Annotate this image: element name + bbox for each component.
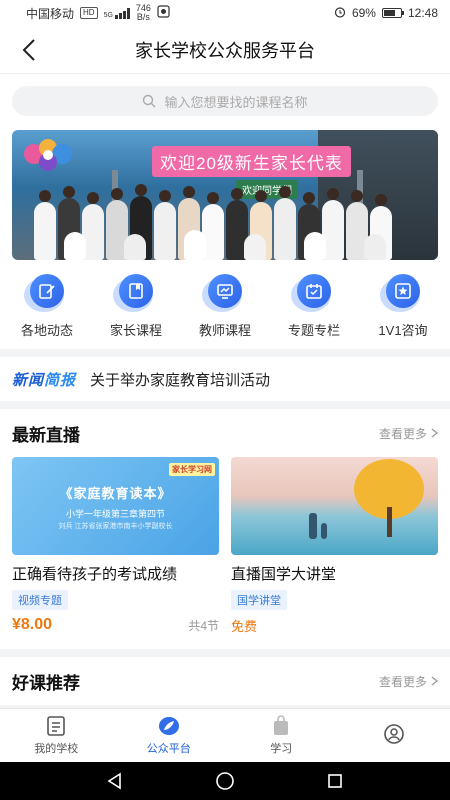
course-thumbnail [231,457,438,555]
section-title: 最新直播 [12,425,80,445]
course-thumbnail: 家长学习网 《家庭教育读本》 小学一年级第三章第四节 刘兵 江苏省张家港市南丰小… [12,457,219,555]
thumbnail-speaker: 刘兵 江苏省张家港市南丰小学副校长 [58,523,173,530]
tab-my-school[interactable]: 我的学校 [0,709,113,762]
chevron-right-icon [431,428,438,438]
see-more-link[interactable]: 查看更多 [379,673,438,690]
home-circle-icon[interactable] [215,771,235,791]
course-tag: 视频专题 [12,590,68,610]
tab-public-platform[interactable]: 公众平台 [113,709,226,762]
quick-link-label: 各地动态 [20,323,73,338]
clock: 12:48 [407,6,438,20]
battery-icon [381,8,404,18]
edit-icon [39,284,55,299]
thumbnail-subtitle: 小学一年级第三章第四节 [65,509,165,519]
see-more-link[interactable]: 查看更多 [379,425,438,442]
leaf-icon [158,717,179,735]
course-card[interactable]: 家长学习网 《家庭教育读本》 小学一年级第三章第四节 刘兵 江苏省张家港市南丰小… [12,457,219,635]
quick-link-special-column[interactable]: 专题专栏 [271,274,357,339]
quick-link-parent-course[interactable]: 家长课程 [93,274,179,339]
user-icon [383,724,404,744]
school-logo [24,139,72,171]
quick-link-label: 教师课程 [198,323,251,338]
course-price: 免费 [231,619,258,634]
book-icon [129,283,143,299]
main-content[interactable]: 输入您想要找的课程名称 欢迎20级新生家长代表 欢迎同学们 各地动态 家长课程 … [0,74,450,708]
thumbnail-badge: 家长学习网 [169,463,215,476]
network-speed: 746 B/s [135,3,151,22]
signal-icon: 5G [103,7,130,19]
recents-square-icon[interactable] [326,772,344,790]
network-badge: HD [80,7,98,19]
quick-link-teacher-course[interactable]: 教师课程 [182,274,268,339]
quick-links: 各地动态 家长课程 教师课程 专题专栏 1V1咨询 [0,260,450,349]
quick-link-label: 家长课程 [109,323,162,338]
banner[interactable]: 欢迎20级新生家长代表 欢迎同学们 [12,130,438,260]
document-icon [47,716,66,736]
news-headline[interactable]: 关于举办家庭教育培训活动 [90,369,270,390]
news-tag: 新闻简报 [12,371,77,389]
recommend-section: 好课推荐 查看更多 [0,657,450,705]
news-ticker[interactable]: 新闻简报 关于举办家庭教育培训活动 [0,357,450,401]
group-photo [34,180,418,260]
section-title: 好课推荐 [12,673,80,693]
system-nav-bar [0,762,450,800]
course-title: 正确看待孩子的考试成绩 [12,566,178,583]
tab-study[interactable]: 学习 [225,709,338,762]
star-icon [395,283,411,299]
battery-percent: 69% [351,6,376,20]
quick-link-consult[interactable]: 1V1咨询 [360,274,446,339]
tab-label: 学习 [270,743,293,755]
tab-label: 公众平台 [146,743,191,755]
signal-label: 5G [103,11,113,19]
calendar-icon [306,284,322,299]
notification-icon [157,5,170,21]
chevron-left-icon [22,39,35,61]
page-title: 家长学校公众服务平台 [135,40,315,61]
alarm-icon [334,6,346,21]
chevron-right-icon [431,676,438,686]
status-bar: 中国移动 HD 5G 746 B/s 69% 12:48 [0,0,450,26]
tab-profile[interactable] [338,709,450,762]
course-title: 直播国学大讲堂 [231,566,337,583]
back-button[interactable] [14,35,44,65]
quick-link-local-news[interactable]: 各地动态 [4,274,90,339]
back-triangle-icon[interactable] [106,772,124,790]
course-tag: 国学讲堂 [231,590,287,610]
nav-bar: 家长学校公众服务平台 [0,26,450,74]
course-card[interactable]: 直播国学大讲堂 国学讲堂 免费 [231,457,438,635]
thumbnail-title: 《家庭教育读本》 [59,486,172,501]
search-input[interactable]: 输入您想要找的课程名称 [12,86,438,116]
banner-title: 欢迎20级新生家长代表 [152,146,351,177]
bottom-tab-bar: 我的学校 公众平台 学习 [0,708,450,762]
quick-link-label: 1V1咨询 [378,323,428,338]
course-price: ¥8.00 [12,616,53,633]
chart-icon [217,284,233,299]
carrier-label: 中国移动 [26,6,75,21]
live-section: 最新直播 查看更多 家长学习网 《家庭教育读本》 小学一年级第三章第四节 刘兵 … [0,409,450,649]
search-icon [143,94,156,108]
quick-link-label: 专题专栏 [287,323,340,338]
tab-label: 我的学校 [34,743,79,755]
bag-icon [274,715,289,735]
search-placeholder: 输入您想要找的课程名称 [164,94,308,110]
lesson-count: 共4节 [188,618,219,633]
